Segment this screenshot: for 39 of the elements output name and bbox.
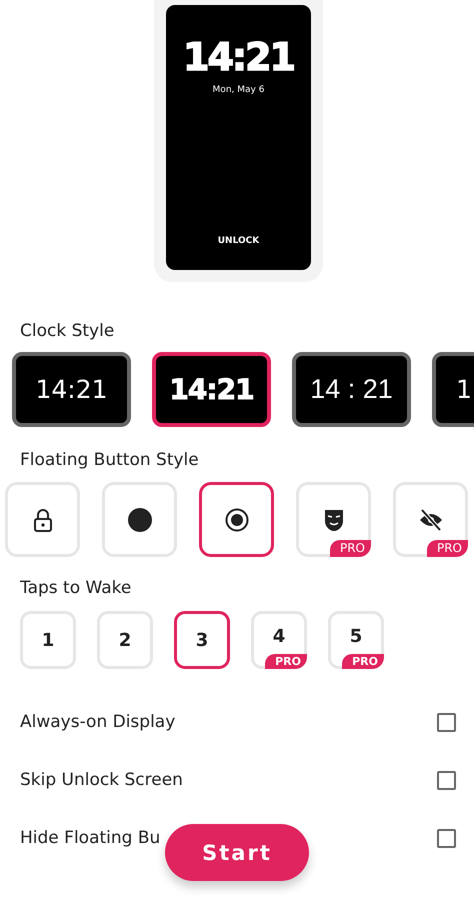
clock-style-option[interactable]: 1 <box>432 352 474 427</box>
pro-badge: PRO <box>265 654 307 669</box>
tap-count: 2 <box>118 630 132 650</box>
pro-badge: PRO <box>426 540 468 557</box>
eye-off-icon <box>418 508 442 530</box>
option-label: Hide Floating Bu <box>20 828 160 848</box>
unlock-label: UNLOCK <box>218 236 260 246</box>
button-style-option[interactable]: PRO <box>296 482 371 557</box>
section-title: Taps to Wake <box>20 577 132 599</box>
tap-count: 1 <box>42 630 54 650</box>
button-style-option[interactable] <box>199 482 274 557</box>
radio-icon <box>224 508 248 532</box>
pro-badge: PRO <box>330 540 371 557</box>
option-label: Skip Unlock Screen <box>20 770 183 790</box>
preview-date: Mon, May 6 <box>212 85 264 95</box>
tap-count: 3 <box>196 630 208 650</box>
tap-count-option[interactable]: 5 PRO <box>328 611 384 669</box>
tap-count-option[interactable]: 3 <box>174 611 230 669</box>
tap-count-option[interactable]: 4 PRO <box>251 611 307 669</box>
tap-count: 5 <box>350 626 362 646</box>
start-button[interactable]: Start <box>165 824 309 881</box>
pro-badge: PRO <box>342 654 384 669</box>
lock-icon <box>32 508 52 532</box>
preview-clock: 14:21 <box>183 35 294 79</box>
clock-style-option[interactable]: 14:21 <box>12 352 131 427</box>
tap-count: 4 <box>272 626 286 646</box>
option-label: Always-on Display <box>20 712 176 732</box>
checkbox[interactable] <box>437 712 456 732</box>
button-style-option[interactable]: PRO <box>393 482 468 557</box>
clock-style-option[interactable]: 14 : 21 <box>292 352 411 427</box>
checkbox[interactable] <box>437 828 456 848</box>
tap-count-option[interactable]: 1 <box>20 611 76 669</box>
mask-icon <box>324 508 344 532</box>
dot-icon <box>128 508 152 532</box>
checkbox[interactable] <box>437 770 456 790</box>
tap-count-option[interactable]: 2 <box>97 611 153 669</box>
section-title: Floating Button Style <box>20 449 200 471</box>
clock-style-option[interactable]: 14:21 <box>152 352 271 427</box>
section-title: Clock Style <box>20 320 116 342</box>
